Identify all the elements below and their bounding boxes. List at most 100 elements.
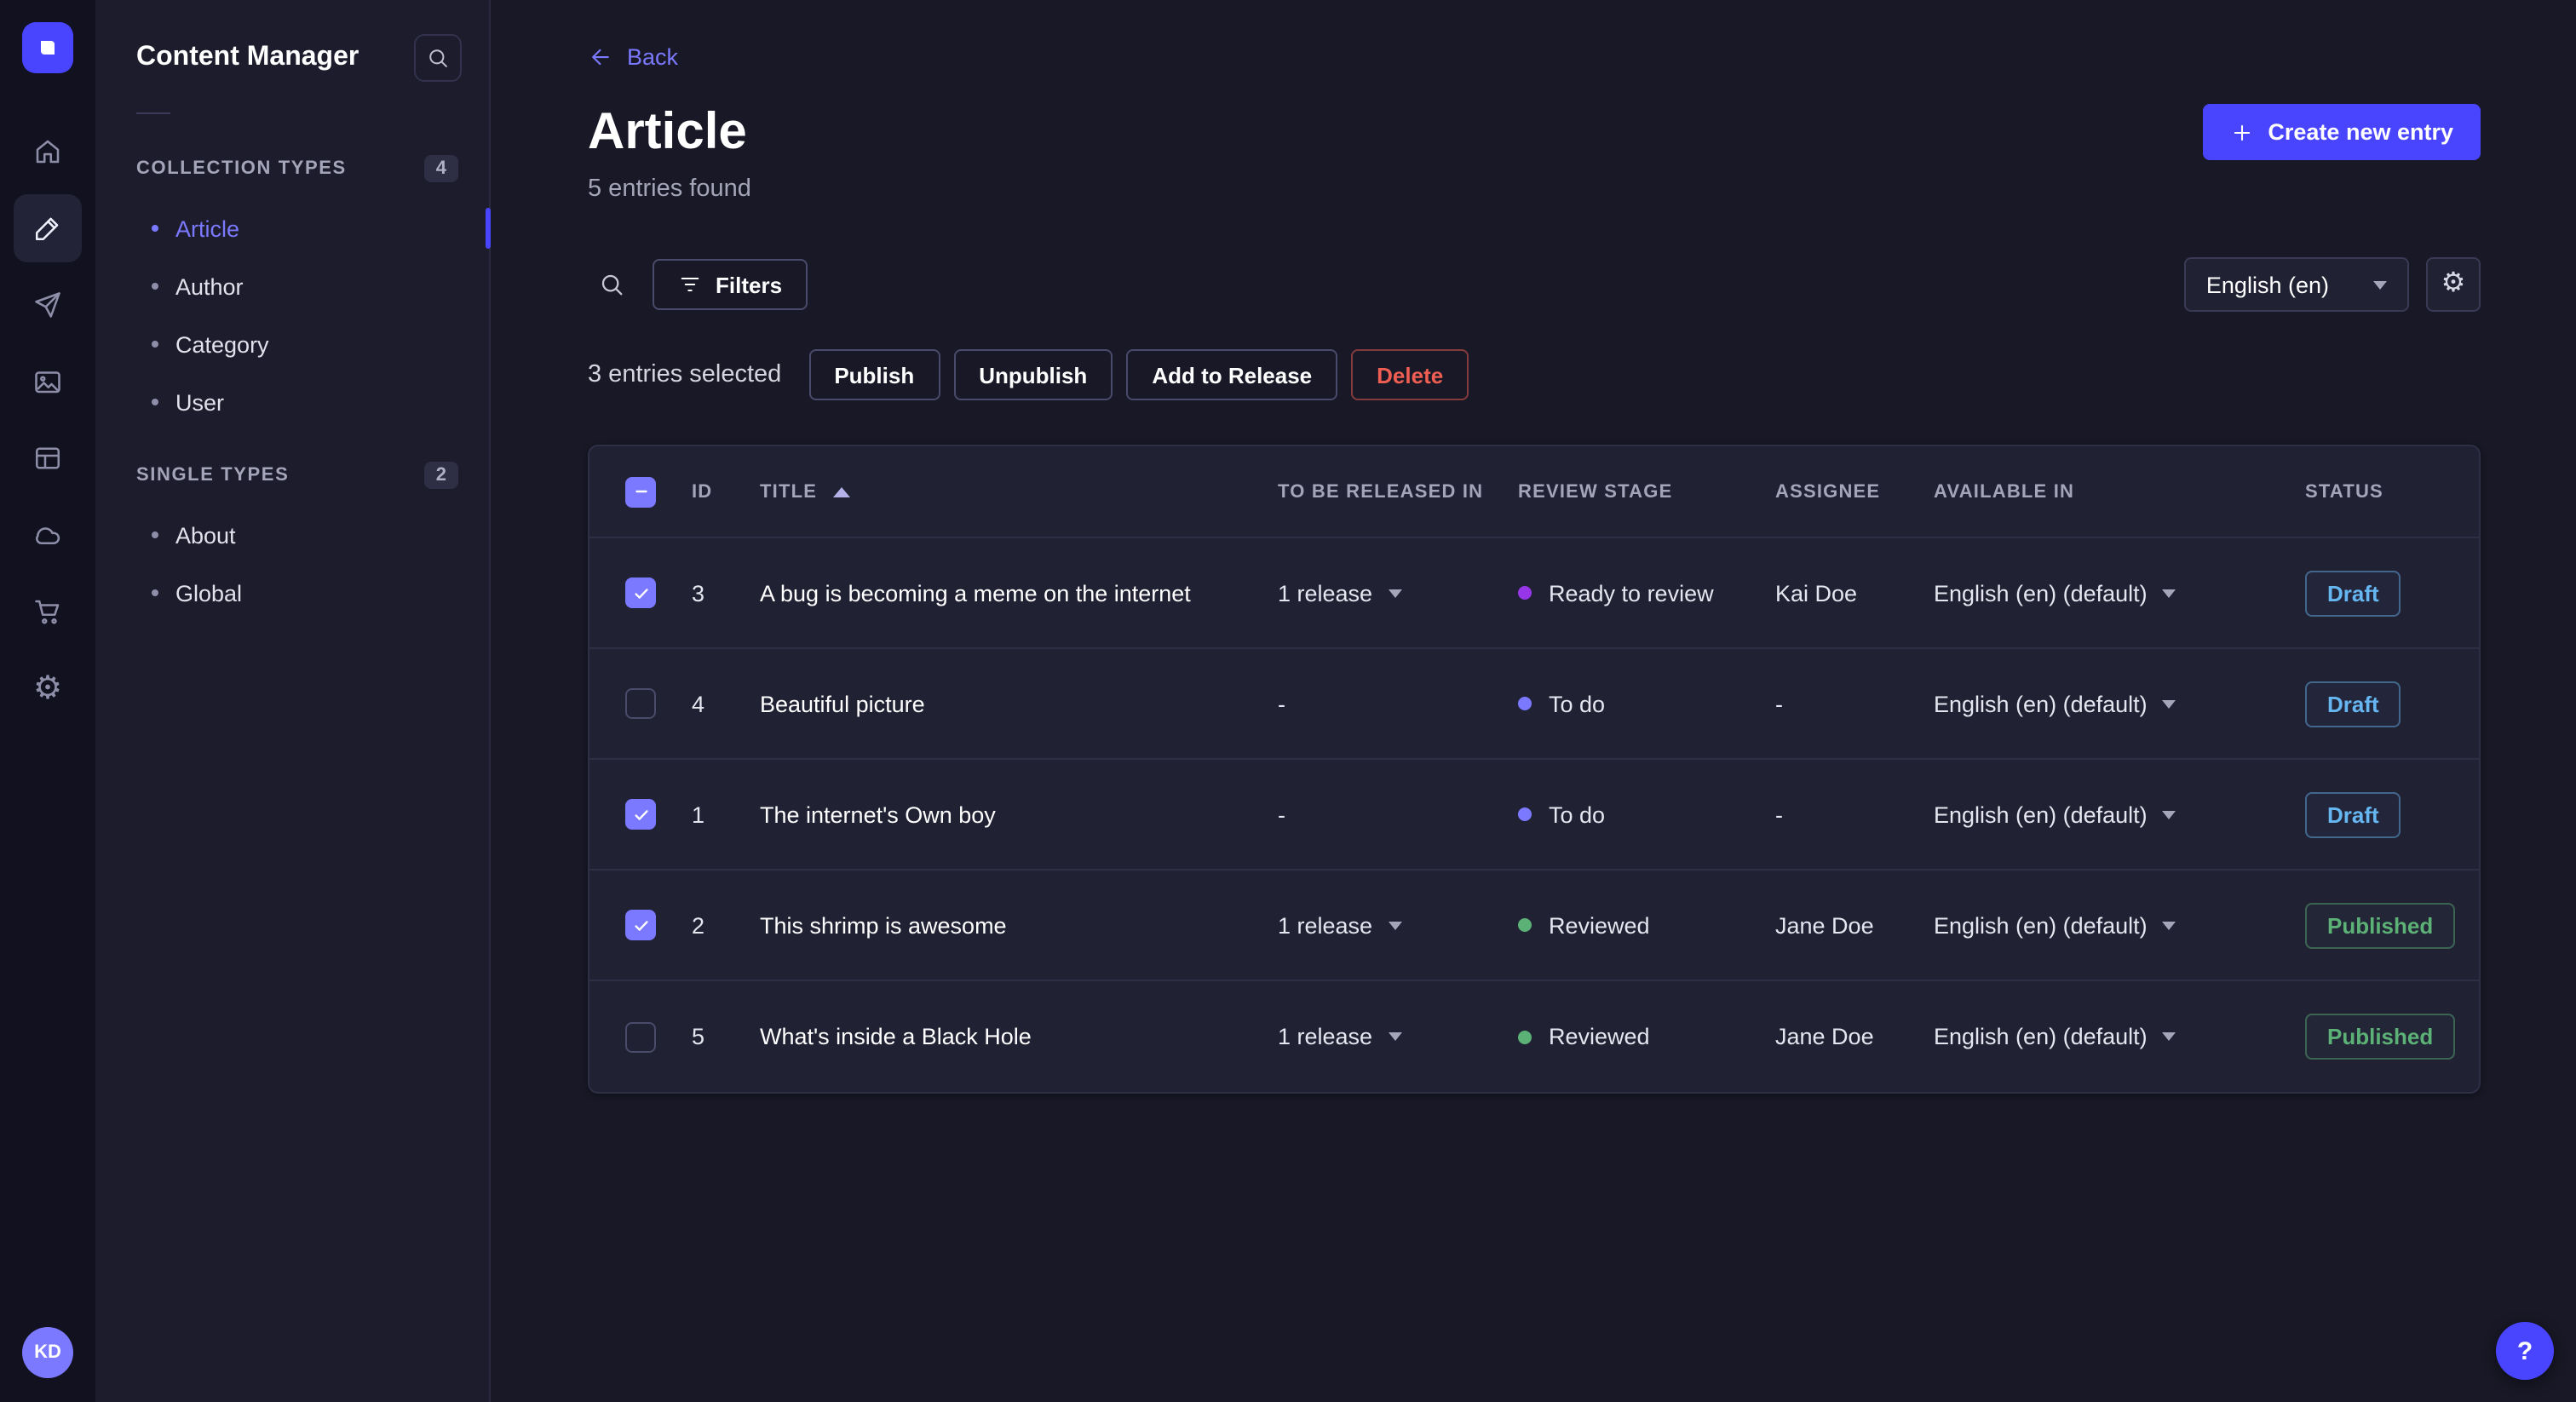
sidebar-item-category[interactable]: Category: [95, 315, 489, 373]
status-badge: Draft: [2305, 681, 2401, 727]
entries-count: 5 entries found: [588, 175, 751, 203]
column-header-assignee[interactable]: ASSIGNEE: [1775, 481, 1934, 502]
cell-available-in[interactable]: English (en) (default): [1934, 580, 2305, 606]
column-header-review-stage[interactable]: REVIEW STAGE: [1518, 481, 1775, 502]
cloud-icon[interactable]: [14, 501, 82, 569]
filter-icon: [681, 278, 699, 291]
column-header-available-in[interactable]: AVAILABLE IN: [1934, 481, 2305, 502]
stage-dot: [1518, 586, 1532, 600]
row-checkbox[interactable]: [625, 1021, 656, 1052]
cell-id: 4: [692, 691, 705, 716]
cell-review-stage: To do: [1518, 691, 1775, 716]
add-to-release-button[interactable]: Add to Release: [1126, 349, 1338, 400]
cell-id: 1: [692, 802, 705, 827]
sidebar-item-label: User: [175, 389, 225, 415]
cell-release[interactable]: 1 release: [1278, 580, 1518, 606]
table-row[interactable]: 4 Beautiful picture - To do - English (e…: [589, 649, 2479, 760]
table-row[interactable]: 1 The internet's Own boy - To do - Engli…: [589, 760, 2479, 871]
settings-icon[interactable]: ⚙: [14, 654, 82, 722]
entries-selected-text: 3 entries selected: [588, 361, 782, 388]
sidebar-item-user[interactable]: User: [95, 373, 489, 431]
table-row[interactable]: 3 A bug is becoming a meme on the intern…: [589, 538, 2479, 649]
sidebar-title: Content Manager: [136, 43, 359, 72]
single-types-label: SINGLE TYPES: [136, 465, 290, 486]
table-header-row: ID TITLE TO BE RELEASED IN REVIEW STAGE …: [589, 446, 2479, 538]
stage-dot: [1518, 807, 1532, 821]
sidebar-item-author[interactable]: Author: [95, 257, 489, 315]
chevron-down-icon: [1388, 921, 1402, 929]
releases-icon[interactable]: [14, 271, 82, 339]
back-link[interactable]: Back: [588, 44, 678, 70]
column-header-status[interactable]: STATUS: [2305, 481, 2479, 502]
main-content: Back Article 5 entries found Create new …: [491, 0, 2576, 1402]
strapi-logo[interactable]: [22, 22, 73, 73]
stage-dot: [1518, 918, 1532, 932]
cell-assignee: Jane Doe: [1775, 912, 1874, 938]
create-new-entry-button[interactable]: Create new entry: [2203, 104, 2481, 160]
collection-types-label: COLLECTION TYPES: [136, 158, 347, 179]
marketplace-icon[interactable]: [14, 577, 82, 646]
cell-id: 5: [692, 1024, 705, 1049]
sidebar-divider: [136, 112, 170, 114]
media-library-icon[interactable]: [14, 348, 82, 416]
column-header-id[interactable]: ID: [692, 481, 760, 502]
collection-types-count-badge: 4: [423, 155, 458, 182]
cell-status: Published: [2305, 1014, 2479, 1060]
content-manager-icon[interactable]: [14, 194, 82, 262]
sidebar-item-label: Global: [175, 580, 243, 606]
cell-available-in[interactable]: English (en) (default): [1934, 912, 2305, 938]
chevron-down-icon: [2373, 280, 2387, 289]
bullet-icon: [152, 225, 158, 232]
cell-assignee: -: [1775, 691, 1783, 716]
sort-ascending-icon[interactable]: [832, 486, 850, 497]
publish-button[interactable]: Publish: [808, 349, 940, 400]
cell-available-in[interactable]: English (en) (default): [1934, 691, 2305, 716]
chevron-down-icon: [2162, 921, 2176, 929]
rail-nav: ⚙: [14, 118, 82, 722]
delete-button[interactable]: Delete: [1351, 349, 1469, 400]
row-checkbox[interactable]: [625, 688, 656, 719]
cell-release: -: [1278, 691, 1285, 716]
unpublish-button[interactable]: Unpublish: [953, 349, 1113, 400]
view-settings-gear-icon[interactable]: ⚙: [2426, 257, 2481, 312]
table-row[interactable]: 2 This shrimp is awesome 1 release Revie…: [589, 871, 2479, 981]
home-icon[interactable]: [14, 118, 82, 186]
row-checkbox[interactable]: [625, 910, 656, 940]
chevron-down-icon: [2162, 1032, 2176, 1041]
column-header-release[interactable]: TO BE RELEASED IN: [1278, 481, 1518, 502]
sidebar-item-article[interactable]: Article: [95, 199, 489, 257]
locale-select[interactable]: English (en): [2183, 257, 2409, 312]
cell-title: The internet's Own boy: [760, 802, 996, 827]
bullet-icon: [152, 341, 158, 348]
sidebar-item-global[interactable]: Global: [95, 564, 489, 622]
cell-available-in[interactable]: English (en) (default): [1934, 1024, 2305, 1049]
main-nav-rail: ⚙ KD: [0, 0, 95, 1402]
cell-release: -: [1278, 802, 1285, 827]
search-icon[interactable]: [588, 261, 635, 308]
cell-available-in[interactable]: English (en) (default): [1934, 802, 2305, 827]
row-checkbox[interactable]: [625, 577, 656, 608]
chevron-down-icon: [2162, 810, 2176, 819]
select-all-checkbox[interactable]: [625, 476, 656, 507]
status-badge: Published: [2305, 1014, 2456, 1060]
user-avatar[interactable]: KD: [22, 1327, 73, 1378]
cell-id: 2: [692, 912, 705, 938]
filters-button[interactable]: Filters: [653, 259, 808, 310]
column-header-title[interactable]: TITLE: [760, 481, 1278, 502]
page-heading: Article 5 entries found: [588, 104, 751, 203]
content-manager-sidebar: Content Manager COLLECTION TYPES 4 Artic…: [95, 0, 491, 1402]
sidebar-item-about[interactable]: About: [95, 506, 489, 564]
table-row[interactable]: 5 What's inside a Black Hole 1 release R…: [589, 981, 2479, 1092]
help-button[interactable]: ?: [2496, 1322, 2554, 1380]
cell-release[interactable]: 1 release: [1278, 912, 1518, 938]
single-types-count-badge: 2: [423, 462, 458, 489]
content-type-builder-icon[interactable]: [14, 424, 82, 492]
stage-dot: [1518, 1030, 1532, 1043]
chevron-down-icon: [2162, 589, 2176, 597]
cell-review-stage: Ready to review: [1518, 580, 1775, 606]
row-checkbox[interactable]: [625, 799, 656, 830]
cell-review-stage: Reviewed: [1518, 1024, 1775, 1049]
cell-release[interactable]: 1 release: [1278, 1024, 1518, 1049]
search-icon[interactable]: [414, 34, 462, 82]
sidebar-item-label: About: [175, 522, 236, 548]
